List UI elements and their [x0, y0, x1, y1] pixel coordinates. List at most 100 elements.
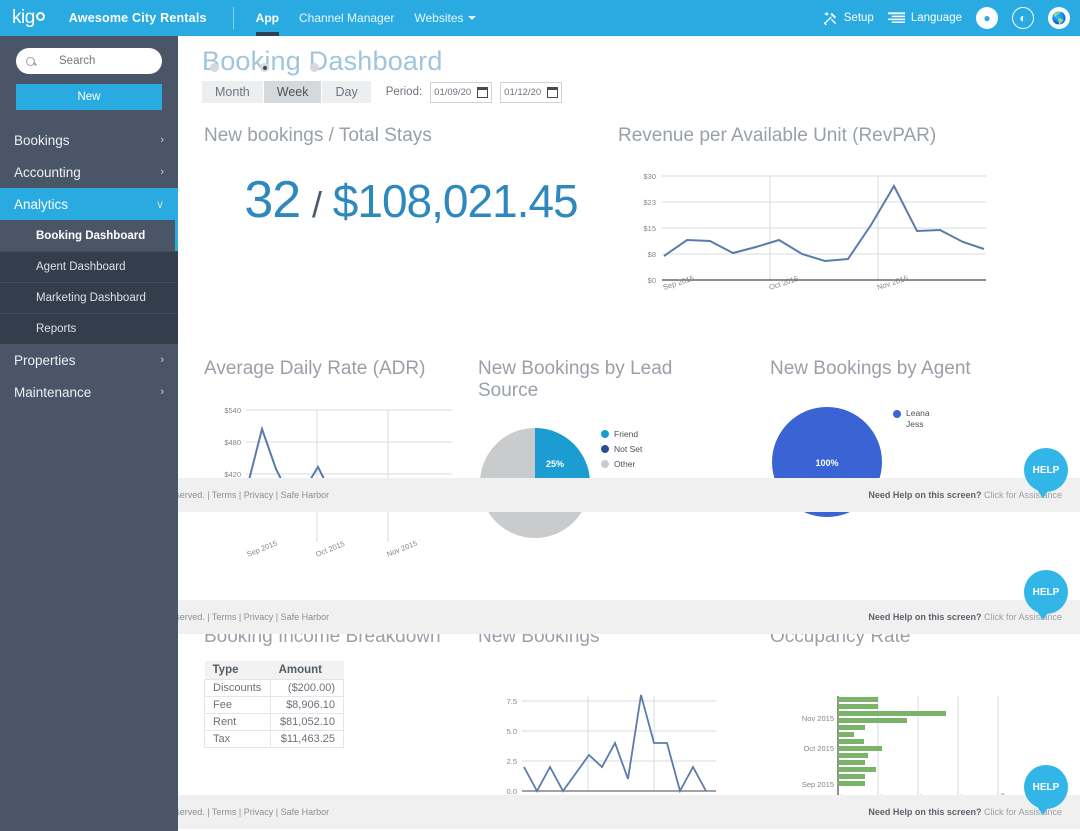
legend-item-other[interactable]: Other: [601, 459, 642, 469]
sidebar-item-analytics[interactable]: Analytics ∨: [0, 188, 178, 220]
setup-tools-icon: [823, 11, 836, 25]
terms-link[interactable]: Terms: [212, 612, 237, 622]
sidebar-item-accounting[interactable]: Accounting ›: [0, 156, 178, 188]
safe-harbor-link[interactable]: Safe Harbor: [281, 807, 330, 817]
radio-month[interactable]: [210, 63, 219, 72]
sidebar-item-maintenance[interactable]: Maintenance ›: [0, 376, 178, 408]
adr-title: Average Daily Rate (ADR): [204, 358, 426, 380]
table-row[interactable]: Fee $8,906.10: [203, 695, 344, 714]
need-help-text[interactable]: Need Help on this screen? Click for Assi…: [868, 612, 1062, 622]
table-row[interactable]: Rent $81,052.10: [203, 712, 344, 731]
row-amount: ($200.00): [270, 678, 344, 697]
privacy-link[interactable]: Privacy: [244, 807, 274, 817]
revpar-chart: $30 $23 $15 $8 $0 Sep 2015 Oct 2015 Nov …: [643, 172, 986, 292]
legend-item-not-set[interactable]: Not Set: [601, 444, 642, 454]
svg-text:$30: $30: [643, 172, 656, 181]
setup-button[interactable]: Setup: [823, 11, 874, 26]
tab-channel-manager[interactable]: Channel Manager: [299, 0, 394, 36]
date-from-input[interactable]: 01/09/20: [430, 81, 493, 103]
date-to-value: 01/12/20: [504, 86, 542, 98]
language-button[interactable]: Language: [887, 11, 962, 25]
kpi-value: 32 / $108,021.45: [204, 170, 618, 230]
sidebar-item-label: Maintenance: [14, 384, 92, 400]
user-avatar-icon[interactable]: ●: [976, 7, 998, 29]
svg-text:2.5: 2.5: [507, 757, 517, 766]
sidebar-item-bookings[interactable]: Bookings ›: [0, 124, 178, 156]
period-controls: Month Week Day Period: 01/09/20 01/12/20: [202, 63, 1080, 103]
sidebar-nav: Bookings › Accounting › Analytics ∨ Book…: [0, 124, 178, 408]
sidebar-item-reports[interactable]: Reports: [0, 313, 178, 344]
segment-month[interactable]: Month: [202, 81, 264, 103]
terms-link[interactable]: Terms: [212, 807, 237, 817]
col-amount: Amount: [270, 660, 344, 680]
sidebar-item-agent-dashboard[interactable]: Agent Dashboard: [0, 251, 178, 282]
legend-swatch-icon: [601, 444, 609, 453]
safe-harbor-link[interactable]: Safe Harbor: [281, 490, 330, 500]
calendar-icon[interactable]: [477, 86, 489, 98]
language-list-icon: [887, 11, 905, 23]
segment-week[interactable]: Week: [263, 81, 323, 103]
row-amount: $11,463.25: [270, 729, 344, 748]
safe-harbor-link[interactable]: Safe Harbor: [281, 612, 330, 622]
top-navigation-bar: kig Awesome City Rentals App Channel Man…: [0, 0, 1080, 36]
revpar-title: Revenue per Available Unit (RevPAR): [618, 125, 937, 146]
globe-icon[interactable]: 🌎: [1048, 7, 1070, 29]
main-content: Booking Dashboard Month Week Day Period:…: [178, 36, 1080, 831]
lead-source-title: New Bookings by Lead Source: [478, 358, 673, 401]
search-input[interactable]: [57, 54, 142, 68]
svg-text:$23: $23: [643, 198, 656, 207]
new-button[interactable]: New: [16, 84, 162, 110]
svg-text:Nov 2015: Nov 2015: [876, 274, 909, 292]
privacy-link[interactable]: Privacy: [244, 490, 274, 500]
legend-swatch-icon: [893, 409, 901, 418]
row-type: Fee: [203, 695, 272, 714]
svg-text:$15: $15: [643, 224, 656, 233]
table-row[interactable]: Tax $11,463.25: [203, 729, 344, 748]
table-header-row: Type Amount: [204, 660, 344, 680]
terms-link[interactable]: Terms: [212, 490, 237, 500]
sidebar-item-booking-dashboard[interactable]: Booking Dashboard: [0, 220, 178, 251]
kigo-logo[interactable]: kig: [12, 7, 45, 29]
period-label: Period:: [385, 86, 423, 98]
page-title: Booking Dashboard: [202, 46, 443, 76]
segment-day[interactable]: Day: [322, 81, 372, 103]
help-button[interactable]: HELP: [1024, 448, 1068, 498]
help-button[interactable]: HELP: [1024, 765, 1068, 815]
tab-app[interactable]: App: [255, 0, 280, 36]
svg-text:Nov 2015: Nov 2015: [385, 538, 418, 558]
svg-text:Oct 2015: Oct 2015: [804, 744, 834, 753]
help-button[interactable]: HELP: [1024, 570, 1068, 620]
radio-week[interactable]: [260, 63, 269, 72]
sidebar-item-properties[interactable]: Properties ›: [0, 344, 178, 376]
sidebar-item-marketing-dashboard[interactable]: Marketing Dashboard: [0, 282, 178, 313]
logo-circle-icon: [35, 12, 45, 21]
sidebar-item-label: Bookings: [14, 132, 70, 148]
date-from-value: 01/09/20: [434, 86, 472, 98]
lead-source-panel: New Bookings by Lead Source 25% Friend N…: [478, 358, 770, 581]
tab-websites[interactable]: Websites: [414, 0, 476, 36]
need-help-text[interactable]: Need Help on this screen? Click for Assi…: [868, 807, 1062, 817]
search-box[interactable]: [16, 48, 162, 74]
chevron-right-icon: ›: [160, 386, 164, 398]
svg-text:7.5: 7.5: [507, 697, 517, 706]
legend-item-friend[interactable]: Friend: [601, 429, 642, 439]
date-to-input[interactable]: 01/12/20: [500, 81, 563, 103]
sidebar: New Bookings › Accounting › Analytics ∨ …: [0, 36, 178, 831]
svg-text:Oct 2015: Oct 2015: [768, 274, 800, 292]
svg-text:Oct 2015: Oct 2015: [314, 539, 346, 559]
primary-tabs: App Channel Manager Websites: [255, 0, 476, 36]
radio-day[interactable]: [310, 63, 319, 72]
row-amount: $8,906.10: [270, 695, 344, 714]
privacy-link[interactable]: Privacy: [244, 612, 274, 622]
calendar-icon[interactable]: [547, 86, 559, 98]
sidebar-item-label: Analytics: [14, 196, 69, 212]
sidebar-item-label: Properties: [14, 352, 76, 368]
headset-support-icon[interactable]: ◐: [1012, 7, 1034, 29]
kpi-bookings: 32: [244, 171, 301, 230]
row-type: Rent: [203, 712, 272, 731]
granularity-segmented-control: Month Week Day: [202, 81, 372, 103]
legend-item-leana-jess[interactable]: Leana Jess: [893, 408, 940, 431]
table-row[interactable]: Discounts ($200.00): [203, 678, 344, 697]
kpi-title: New bookings / Total Stays: [204, 125, 432, 146]
need-help-text[interactable]: Need Help on this screen? Click for Assi…: [868, 490, 1062, 500]
